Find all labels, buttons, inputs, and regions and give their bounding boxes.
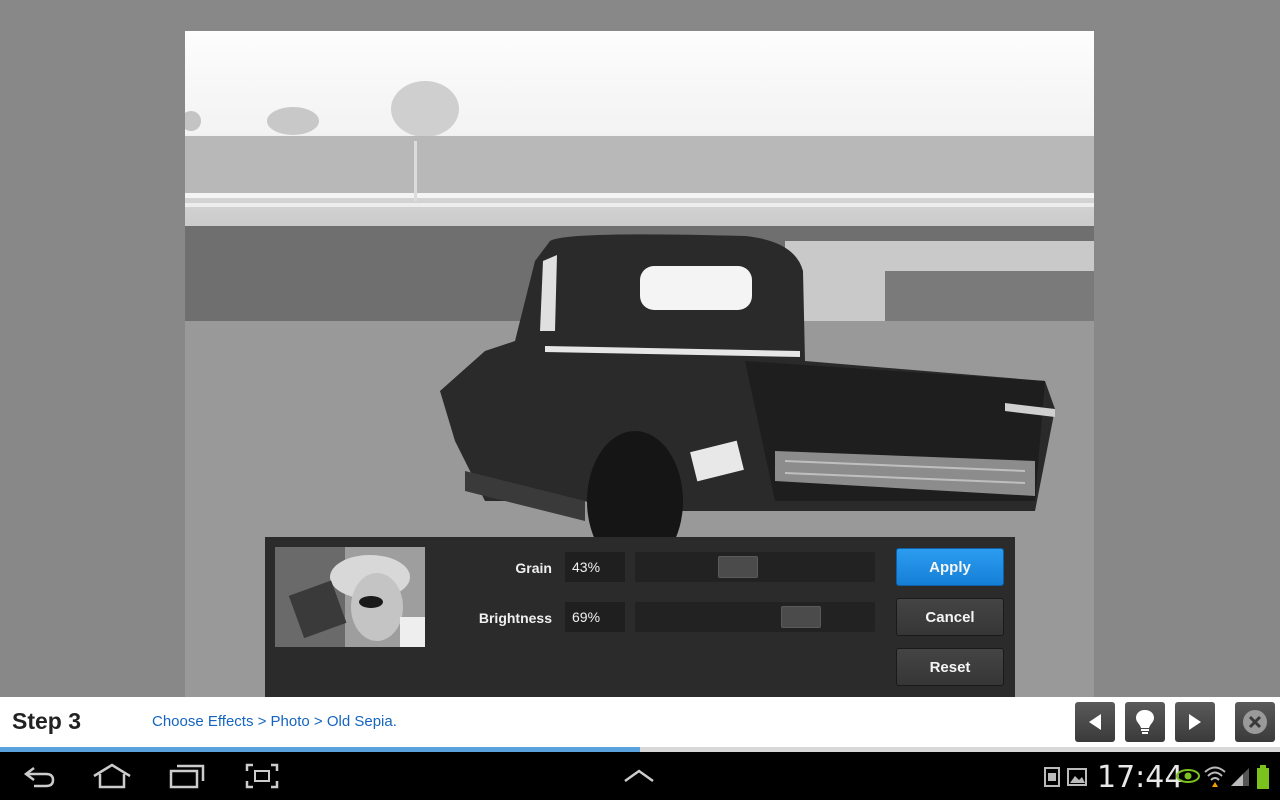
home-icon (93, 763, 131, 789)
step-instruction: Choose Effects > Photo > Old Sepia. (152, 713, 397, 730)
brightness-slider[interactable] (635, 602, 875, 632)
hint-button[interactable] (1125, 702, 1165, 742)
reset-button[interactable]: Reset (896, 648, 1004, 686)
triangle-right-icon (1189, 714, 1201, 730)
signal-strength-icon (1229, 766, 1251, 788)
gallery-icon (1066, 767, 1088, 787)
screenshot-icon (245, 763, 279, 789)
triangle-left-icon (1089, 714, 1101, 730)
eye-icon (1176, 766, 1200, 786)
screenshot-button[interactable] (244, 762, 280, 790)
recent-apps-icon (169, 764, 205, 789)
recent-apps-button[interactable] (168, 762, 206, 790)
home-button[interactable] (92, 762, 132, 790)
brightness-value-field[interactable]: 69% (565, 602, 625, 632)
apply-button[interactable]: Apply (896, 548, 1004, 586)
effect-preview-thumbnail (275, 547, 425, 647)
battery-icon (1256, 764, 1270, 790)
tutorial-bar: Step 3 Choose Effects > Photo > Old Sepi… (0, 697, 1280, 749)
brightness-label: Brightness (478, 610, 552, 626)
sd-card-icon (1043, 766, 1061, 788)
system-navigation-bar: 17:44 (0, 752, 1280, 800)
show-menu-button[interactable] (622, 766, 656, 786)
wifi-icon (1203, 764, 1227, 788)
grain-slider[interactable] (635, 552, 875, 582)
chevron-up-icon (624, 769, 654, 783)
back-arrow-icon (23, 767, 55, 788)
effect-panel: Grain 43% Brightness 69% Apply Cancel Re… (265, 537, 1015, 697)
close-tutorial-button[interactable] (1235, 702, 1275, 742)
brightness-slider-handle[interactable] (781, 606, 821, 628)
grain-label: Grain (515, 560, 552, 576)
cancel-button[interactable]: Cancel (896, 598, 1004, 636)
grain-slider-handle[interactable] (718, 556, 758, 578)
grain-value-field[interactable]: 43% (565, 552, 625, 582)
clock-time: 17:44 (1097, 760, 1184, 795)
close-circle-icon (1243, 710, 1267, 734)
next-step-button[interactable] (1175, 702, 1215, 742)
back-button[interactable] (20, 762, 58, 790)
step-title: Step 3 (12, 708, 82, 734)
lightbulb-icon (1136, 710, 1154, 734)
previous-step-button[interactable] (1075, 702, 1115, 742)
